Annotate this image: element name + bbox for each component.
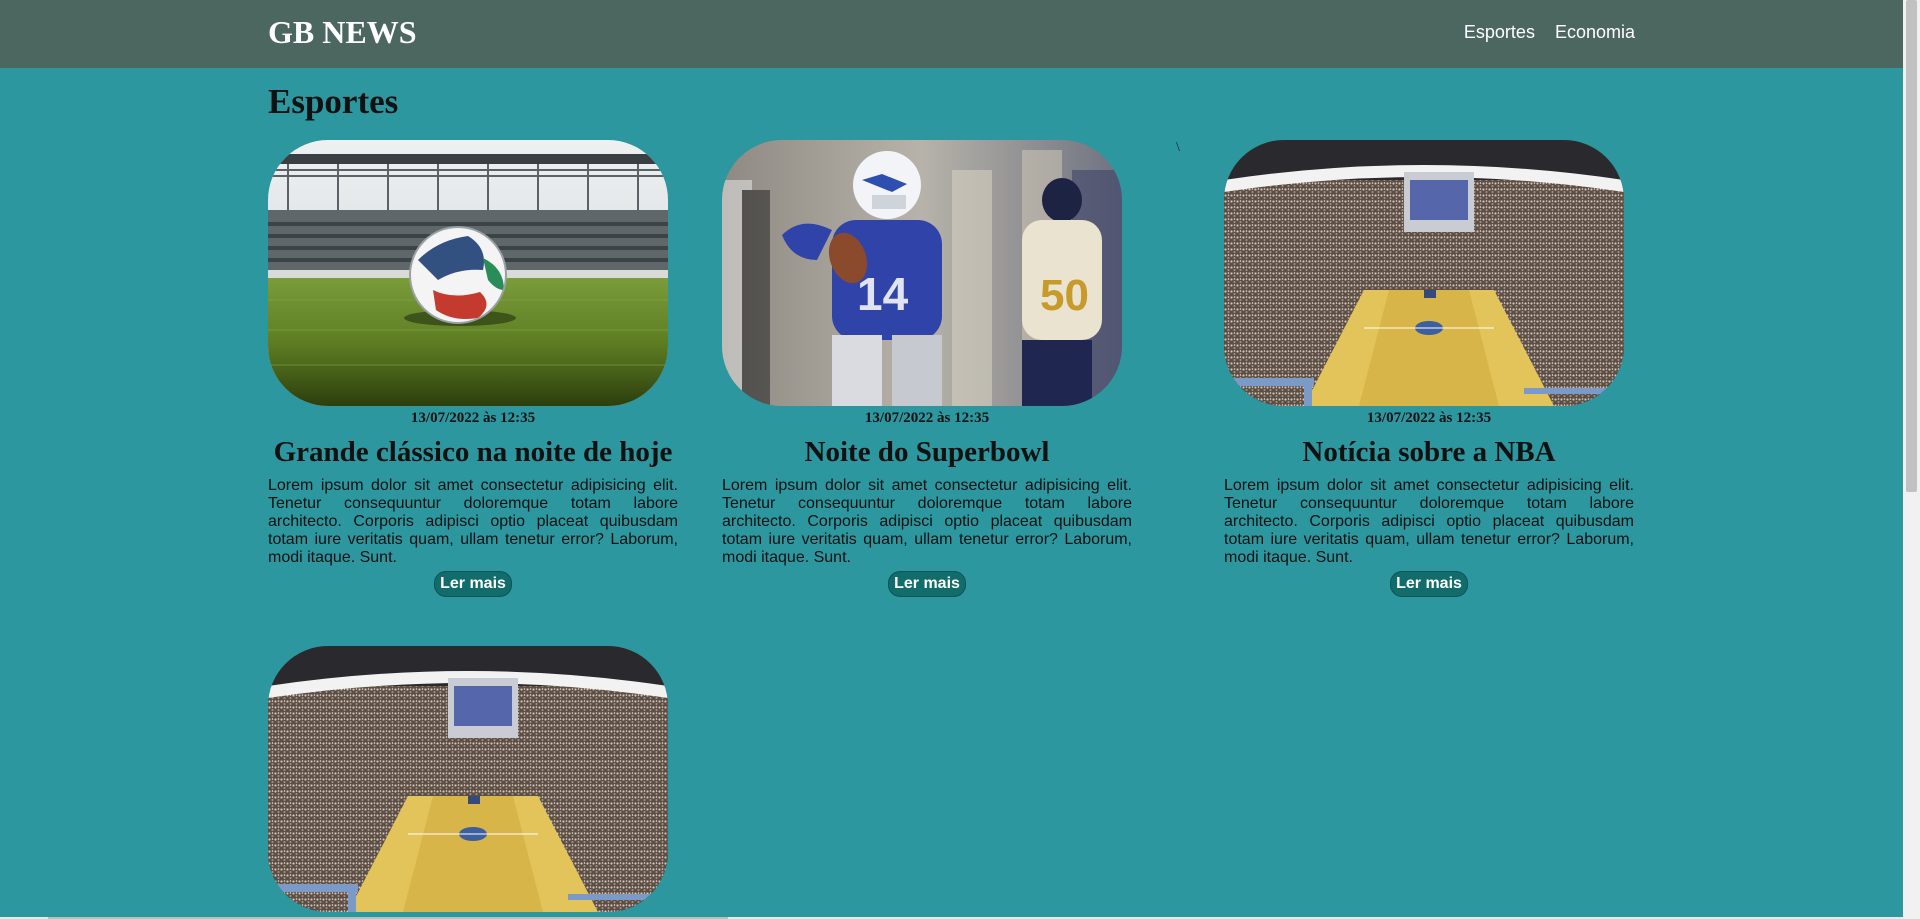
nav-links: Esportes Economia [1464, 22, 1635, 43]
read-more-button[interactable]: Ler mais [1390, 571, 1468, 597]
card-date: 13/07/2022 às 12:35 [864, 410, 990, 426]
read-more-button[interactable]: Ler mais [888, 571, 966, 597]
american-football-image: 50 14 [722, 140, 1122, 406]
nav-link-economia[interactable]: Economia [1555, 22, 1635, 43]
card-title[interactable]: Notícia sobre a NBA [1224, 435, 1634, 469]
basketball-arena-image [268, 646, 668, 912]
stray-character: \ [1176, 140, 1180, 155]
svg-text:14: 14 [857, 268, 909, 320]
card-text: Lorem ipsum dolor sit amet consectetur a… [722, 477, 1132, 566]
nav-link-esportes[interactable]: Esportes [1464, 22, 1535, 43]
card-button-wrap: Ler mais [268, 571, 678, 597]
card-date: 13/07/2022 às 12:35 [410, 410, 536, 426]
read-more-button[interactable]: Ler mais [434, 571, 512, 597]
svg-text:50: 50 [1040, 271, 1089, 320]
news-card: 13/07/2022 às 12:35 Notícia sobre a NBA … [1224, 140, 1634, 597]
card-image-nba [1224, 140, 1624, 406]
card-image-football: 50 14 [722, 140, 1122, 406]
card-title[interactable]: Noite do Superbowl [722, 435, 1132, 469]
site-brand[interactable]: GB NEWS [268, 14, 416, 51]
top-navbar: GB NEWS Esportes Economia [0, 0, 1903, 68]
news-card: 50 14 13/07/2022 às 12:35 Noite do Super… [722, 140, 1132, 597]
card-image-soccer [268, 140, 668, 406]
section-title: Esportes [268, 82, 399, 121]
card-text: Lorem ipsum dolor sit amet consectetur a… [1224, 477, 1634, 566]
news-card: 13/07/2022 às 12:35 Grande clássico na n… [268, 140, 678, 597]
vertical-scrollbar-thumb[interactable] [1906, 0, 1917, 492]
card-text: Lorem ipsum dolor sit amet consectetur a… [268, 477, 678, 566]
soccer-ball-stadium-image [268, 140, 668, 406]
card-button-wrap: Ler mais [722, 571, 1132, 597]
vertical-scrollbar[interactable] [1903, 0, 1920, 919]
card-button-wrap: Ler mais [1224, 571, 1634, 597]
news-card [268, 646, 678, 912]
card-date: 13/07/2022 às 12:35 [1366, 410, 1492, 426]
card-image-nba [268, 646, 668, 912]
card-title[interactable]: Grande clássico na noite de hoje [268, 435, 678, 469]
basketball-arena-image [1224, 140, 1624, 406]
